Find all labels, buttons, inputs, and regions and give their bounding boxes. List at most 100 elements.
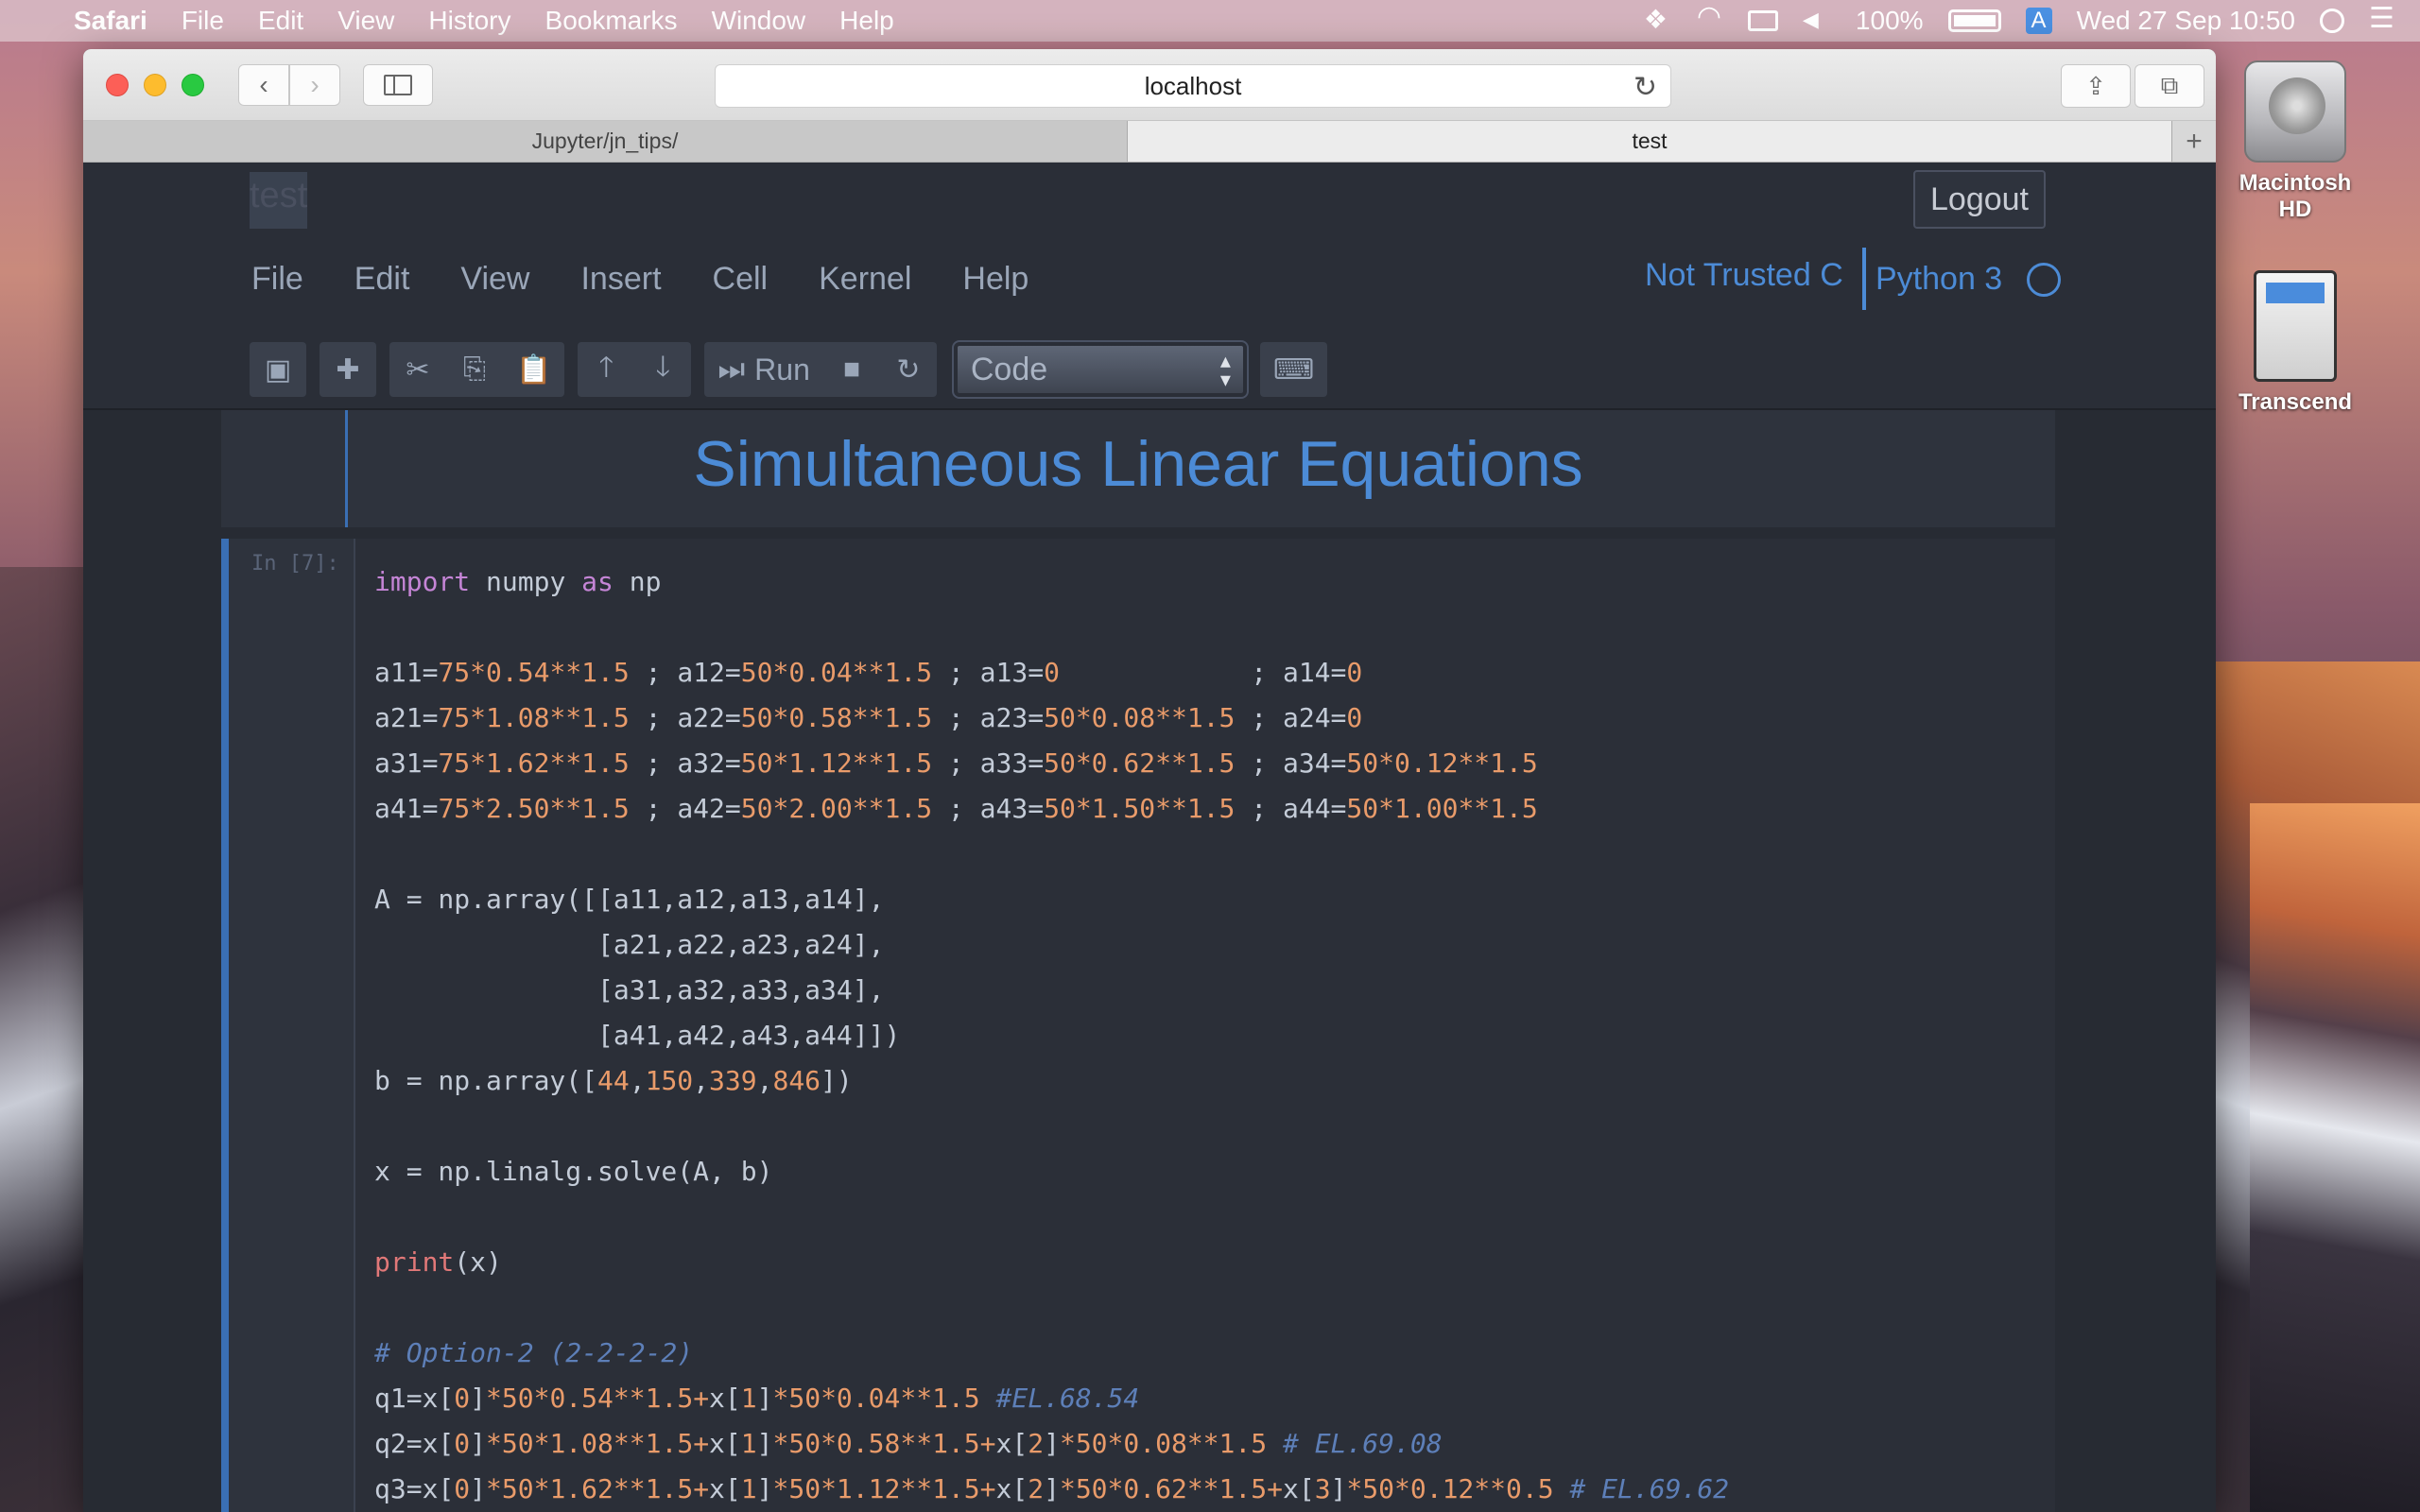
interrupt-kernel-button[interactable]: ■ — [823, 342, 880, 397]
input-prompt: In [7]: — [251, 552, 339, 576]
sidebar-icon — [384, 74, 412, 95]
jupyter-menu-cell[interactable]: Cell — [713, 261, 769, 298]
sd-card-icon — [2254, 270, 2337, 382]
menu-window[interactable]: Window — [695, 6, 823, 36]
menu-edit[interactable]: Edit — [241, 6, 320, 36]
dropbox-icon[interactable] — [1642, 4, 1670, 35]
trust-icon: C — [1820, 257, 1843, 293]
jupyter-menu-bar: File Edit View Insert Cell Kernel Help — [251, 261, 1080, 298]
arrow-down-icon: 🡓 — [655, 351, 671, 383]
restart-kernel-button[interactable]: ↻ — [880, 342, 937, 397]
restart-icon: ↻ — [896, 353, 921, 386]
code-line: [a41,a42,a43,a44]]) — [374, 1020, 901, 1051]
title-bar: ‹ › localhost ↻ ⇪ ⧉ — [83, 49, 2216, 121]
jupyter-menu-edit[interactable]: Edit — [354, 261, 410, 298]
plus-icon: ✚ — [336, 353, 360, 386]
desktop-icon-label: Macintosh HD — [2238, 170, 2352, 222]
airplay-icon[interactable] — [1747, 10, 1778, 31]
menu-file[interactable]: File — [164, 6, 241, 36]
command-palette-button[interactable]: ⌨ — [1260, 342, 1327, 397]
show-tabs-button[interactable]: ⧉ — [2135, 64, 2204, 108]
wifi-icon[interactable] — [1695, 0, 1723, 33]
desktop-icon-transcend[interactable]: Transcend — [2224, 270, 2366, 416]
markdown-cell[interactable]: Simultaneous Linear Equations — [221, 410, 2055, 527]
minimize-window-button[interactable] — [144, 73, 166, 96]
scissors-icon: ✂ — [406, 353, 430, 386]
code-line: q1=x[0]*50*0.54**1.5+x[1]*50*0.04**1.5 #… — [374, 1383, 1140, 1414]
menu-help[interactable]: Help — [822, 6, 911, 36]
forward-button[interactable]: › — [289, 63, 340, 106]
address-bar[interactable]: localhost ↻ — [715, 64, 1671, 108]
code-line: q2=x[0]*50*1.08**1.5+x[1]*50*0.58**1.5+x… — [374, 1428, 1443, 1459]
battery-percent[interactable]: 100% — [1856, 6, 1924, 36]
back-button[interactable]: ‹ — [238, 63, 289, 106]
code-line: x = np.linalg.solve(A, b) — [374, 1156, 773, 1187]
jupyter-menu-file[interactable]: File — [251, 261, 303, 298]
logout-button[interactable]: Logout — [1913, 170, 2046, 229]
code-line: a11=75*0.54**1.5 ; a12=50*0.04**1.5 ; a1… — [374, 657, 1363, 688]
save-icon: ▣ — [264, 353, 292, 386]
cell-type-select[interactable]: Code — [951, 340, 1249, 399]
code-line: print(x) — [374, 1246, 502, 1278]
notification-center-icon[interactable] — [2369, 2, 2397, 35]
url-text: localhost — [1144, 71, 1242, 100]
code-line: q3=x[0]*50*1.62**1.5+x[1]*50*1.12**1.5+x… — [374, 1473, 1730, 1504]
code-line: a31=75*1.62**1.5 ; a32=50*1.12**1.5 ; a3… — [374, 747, 1538, 779]
close-window-button[interactable] — [106, 73, 129, 96]
volume-icon[interactable] — [1803, 8, 1831, 32]
notebook-container: Simultaneous Linear Equations In [7]: im… — [221, 410, 2055, 1512]
markdown-prompt-area — [221, 410, 348, 527]
desktop-icon-macintosh-hd[interactable]: Macintosh HD — [2224, 60, 2366, 223]
desktop-icon-label: Transcend — [2238, 389, 2353, 415]
tab-bar: Jupyter/jn_tips/ test + — [83, 121, 2216, 163]
step-forward-icon: ⏭ — [717, 352, 746, 386]
chevron-right-icon: › — [310, 69, 320, 99]
notebook-toolbar: ▣ ✚ ✂ ⎘ 📋 🡑 🡓 ⏭Run ■ ↻ Code ⌨ — [250, 340, 1328, 399]
code-editor[interactable]: import numpy as np a11=75*0.54**1.5 ; a1… — [354, 539, 2055, 1512]
move-up-button[interactable]: 🡑 — [578, 342, 634, 397]
menu-app-name[interactable]: Safari — [57, 6, 164, 36]
cell-type-value: Code — [970, 351, 1048, 387]
cut-cell-button[interactable]: ✂ — [389, 342, 446, 397]
code-cell[interactable]: In [7]: import numpy as np a11=75*0.54**… — [221, 539, 2055, 1512]
keyboard-icon: ⌨ — [1272, 353, 1315, 386]
tab-jupyter-tips[interactable]: Jupyter/jn_tips/ — [83, 121, 1128, 162]
new-tab-button[interactable]: + — [2172, 121, 2216, 162]
menu-history[interactable]: History — [411, 6, 527, 36]
plus-icon: + — [2186, 125, 2203, 157]
jupyter-menu-help[interactable]: Help — [962, 261, 1028, 298]
paste-cell-button[interactable]: 📋 — [503, 342, 564, 397]
stop-icon: ■ — [842, 353, 860, 385]
share-button[interactable]: ⇪ — [2061, 64, 2131, 108]
hard-drive-icon — [2244, 60, 2346, 163]
spotlight-search-icon[interactable] — [2320, 9, 2344, 33]
trust-indicator[interactable]: Not Trusted C — [1645, 257, 1843, 294]
copy-cell-button[interactable]: ⎘ — [446, 342, 503, 397]
insert-cell-button[interactable]: ✚ — [320, 342, 376, 397]
notebook-name[interactable]: test — [250, 172, 308, 229]
window-controls — [106, 73, 204, 96]
chevron-left-icon: ‹ — [259, 69, 268, 99]
code-line: a41=75*2.50**1.5 ; a42=50*2.00**1.5 ; a4… — [374, 793, 1538, 824]
markdown-heading: Simultaneous Linear Equations — [693, 428, 1583, 500]
jupyter-menu-insert[interactable]: Insert — [580, 261, 661, 298]
menu-bar: Safari File Edit View History Bookmarks … — [0, 0, 2420, 42]
input-source-icon[interactable]: A — [2025, 8, 2052, 34]
move-down-button[interactable]: 🡓 — [634, 342, 691, 397]
save-button[interactable]: ▣ — [250, 342, 306, 397]
reload-icon[interactable]: ↻ — [1634, 71, 1657, 104]
menu-view[interactable]: View — [320, 6, 411, 36]
jupyter-menu-kernel[interactable]: Kernel — [819, 261, 911, 298]
clock[interactable]: Wed 27 Sep 10:50 — [2077, 6, 2295, 36]
menu-bookmarks[interactable]: Bookmarks — [528, 6, 695, 36]
tab-test[interactable]: test — [1128, 121, 2172, 162]
kernel-indicator-area[interactable]: Python 3 — [1876, 261, 2062, 298]
run-button[interactable]: ⏭ Run — [704, 342, 823, 397]
jupyter-menu-view[interactable]: View — [460, 261, 529, 298]
maximize-window-button[interactable] — [182, 73, 204, 96]
code-line: import numpy as np — [374, 566, 662, 597]
battery-icon[interactable] — [1947, 9, 2001, 32]
sidebar-toggle-button[interactable] — [363, 63, 433, 106]
code-line: [a31,a32,a33,a34], — [374, 974, 885, 1005]
